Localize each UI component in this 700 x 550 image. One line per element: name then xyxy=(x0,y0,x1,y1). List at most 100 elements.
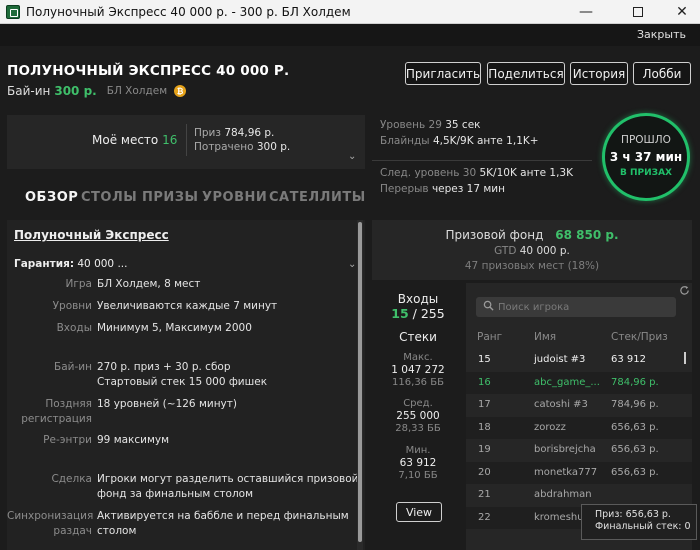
history-button[interactable]: История xyxy=(570,62,628,85)
detail-label-late-reg: Поздняя регистрация xyxy=(21,398,92,425)
player-name: kromeshu xyxy=(534,512,584,523)
player-name: abc_game_... xyxy=(534,377,600,388)
detail-label-buyin: Бай-ин xyxy=(54,361,92,373)
detail-value-game: БЛ Холдем, 8 мест xyxy=(97,278,201,290)
player-name: zorozz xyxy=(534,422,566,433)
prize-pool-label: Призовой фонд xyxy=(445,228,544,242)
prize-places: 47 призовых мест (18%) xyxy=(464,260,600,272)
gtd: GTD 40 000 р. xyxy=(372,245,692,257)
player-rank: 15 xyxy=(478,354,491,365)
column-name[interactable]: Имя xyxy=(534,331,556,343)
player-stack-prize: 656,63 р. xyxy=(611,467,659,478)
player-name: abdrahman xyxy=(534,489,592,500)
detail-value-sync: Активируется на баббле и перед финальным… xyxy=(97,510,349,537)
entries-total: 255 xyxy=(420,306,445,321)
next-level-line: След. уровень 30 5K/10K анте 1,3K xyxy=(380,167,573,179)
window-title: Полуночный Экспресс 40 000 р. - 300 р. Б… xyxy=(26,5,351,19)
my-place-label: Моё место xyxy=(92,133,159,147)
detail-value-late-reg: 18 уровней (~126 минут) xyxy=(97,398,237,410)
buyin-row: Бай-ин 300 р. БЛ Холдем ₿ xyxy=(7,84,187,98)
detail-label-sync: Синхронизация раздач xyxy=(7,510,94,537)
details-scrollbar-thumb[interactable] xyxy=(358,222,362,542)
divider xyxy=(186,124,187,156)
detail-label-entries: Входы xyxy=(56,322,92,334)
player-stack-prize: 63 912 xyxy=(611,354,646,365)
player-stack-prize: 656,63 р. xyxy=(611,422,659,433)
close-link[interactable]: Закрыть xyxy=(637,28,686,41)
break-label: Перерыв xyxy=(380,183,429,195)
prize-pool: Призовой фонд 68 850 р. xyxy=(372,228,692,242)
detail-label-levels: Уровни xyxy=(52,300,92,312)
refresh-icon[interactable] xyxy=(679,285,690,296)
detail-label-reentry: Ре-энтри xyxy=(43,434,92,446)
my-prize: Приз 784,96 р. xyxy=(194,127,274,139)
break-line: Перерыв через 17 мин xyxy=(380,183,505,195)
search-input[interactable] xyxy=(498,299,673,315)
search-icon xyxy=(483,300,494,311)
player-stack-prize: 784,96 р. xyxy=(611,377,659,388)
next-level-label: След. уровень 30 xyxy=(380,167,477,179)
prize-label: Приз xyxy=(194,127,221,139)
entries-current: 15 xyxy=(391,306,409,321)
my-spent: Потрачено 300 р. xyxy=(194,141,290,153)
tooltip-final-stack: Финальный стек: 0 xyxy=(595,521,691,532)
guarantee: Гарантия: 40 000 ... xyxy=(14,258,127,270)
share-button[interactable]: Поделиться xyxy=(487,62,565,85)
level-time: 35 сек xyxy=(445,119,481,131)
player-stack-prize: 784,96 р. xyxy=(611,399,659,410)
lobby-button[interactable]: Лобби xyxy=(633,62,691,85)
blinds-label: Блайнды xyxy=(380,135,430,147)
close-icon[interactable]: ✕ xyxy=(659,0,700,24)
chevron-down-icon[interactable]: ⌄ xyxy=(348,151,356,162)
column-stack-prize[interactable]: Стек/Приз xyxy=(611,331,668,343)
gtd-value: 40 000 р. xyxy=(519,245,570,257)
tab-tables[interactable]: СТОЛЫ xyxy=(81,190,137,205)
prize-value: 784,96 р. xyxy=(224,127,275,139)
guarantee-label: Гарантия: xyxy=(14,258,75,270)
player-rank: 17 xyxy=(478,399,491,410)
elapsed-label: ПРОШЛО xyxy=(621,134,671,146)
coin-icon: ₿ xyxy=(174,85,187,97)
entries-title: Входы xyxy=(397,292,439,306)
chevron-down-icon[interactable]: ⌄ xyxy=(348,259,356,270)
gtd-label: GTD xyxy=(494,245,517,257)
view-button[interactable]: View xyxy=(396,502,442,522)
elapsed-time: 3 ч 37 мин xyxy=(609,150,683,164)
detail-label-deal: Сделка xyxy=(51,473,92,485)
tab-overview[interactable]: ОБЗОР xyxy=(25,190,78,205)
detail-value-deal: Игроки могут разделить оставшийся призов… xyxy=(97,473,359,500)
detail-label-game: Игра xyxy=(65,278,92,290)
player-name: catoshi #3 xyxy=(534,399,588,410)
invite-button[interactable]: Пригласить xyxy=(405,62,481,85)
player-rank: 20 xyxy=(478,467,491,478)
max-stack-label: Макс. xyxy=(403,352,433,363)
entries-separator: / xyxy=(408,306,421,321)
divider xyxy=(372,160,592,161)
buyin-label: Бай-ин xyxy=(7,84,51,98)
spent-value: 300 р. xyxy=(256,141,291,153)
level-label: Уровень 29 xyxy=(380,119,442,131)
guarantee-value: 40 000 ... xyxy=(77,258,128,270)
spent-label: Потрачено xyxy=(194,141,254,153)
min-stack-bb: 7,10 ББ xyxy=(398,470,438,481)
level-line: Уровень 29 35 сек xyxy=(380,119,481,131)
avg-stack-bb: 28,33 ББ xyxy=(395,423,441,434)
min-stack-value: 63 912 xyxy=(399,457,437,469)
player-name: borisbrejcha xyxy=(534,444,596,455)
detail-value-reentry: 99 максимум xyxy=(97,434,170,446)
elapsed-status: В ПРИЗАХ xyxy=(620,168,672,178)
maximize-icon[interactable] xyxy=(615,0,661,24)
player-name: judoist #3 xyxy=(534,354,586,365)
break-value: через 17 мин xyxy=(431,183,505,195)
blinds-line: Блайнды 4,5K/9K анте 1,1K+ xyxy=(380,135,539,147)
max-stack-bb: 116,36 ББ xyxy=(392,377,444,388)
table-scrollbar[interactable] xyxy=(684,352,686,364)
player-rank: 19 xyxy=(478,444,491,455)
tab-satellites[interactable]: САТЕЛЛИТЫ xyxy=(269,190,366,205)
column-rank[interactable]: Ранг xyxy=(477,331,502,343)
tab-levels[interactable]: УРОВНИ xyxy=(202,190,267,205)
tab-prizes[interactable]: ПРИЗЫ xyxy=(142,190,199,205)
minimize-icon[interactable]: — xyxy=(563,0,609,24)
player-rank: 21 xyxy=(478,489,491,500)
details-heading: Полуночный Экспресс xyxy=(14,228,169,242)
